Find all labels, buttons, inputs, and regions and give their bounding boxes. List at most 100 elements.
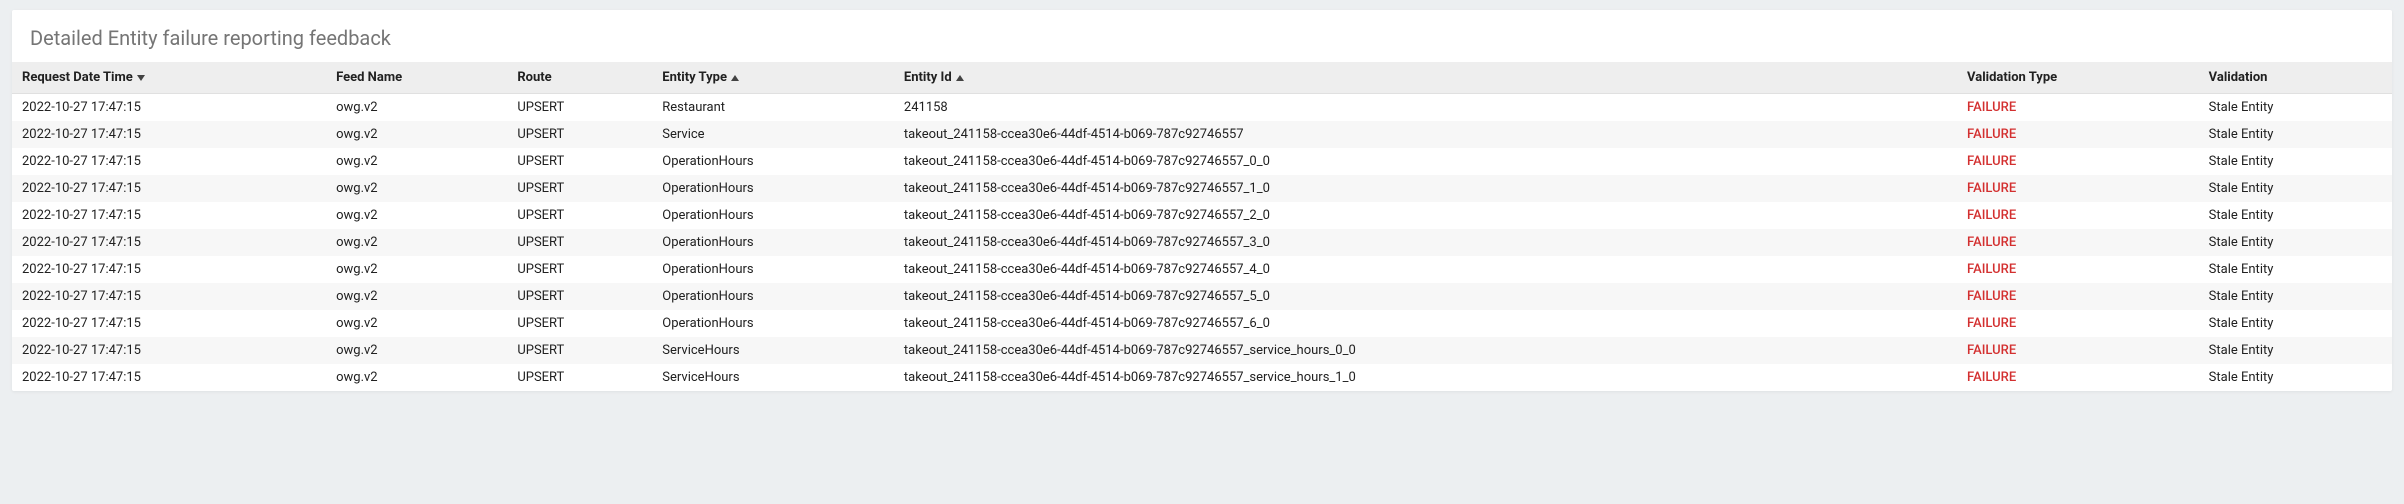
sort-desc-icon	[137, 75, 145, 81]
cell-request-dt: 2022-10-27 17:47:15	[12, 94, 326, 122]
table-row[interactable]: 2022-10-27 17:47:15owg.v2UPSERTOperation…	[12, 283, 2392, 310]
cell-request-dt: 2022-10-27 17:47:15	[12, 175, 326, 202]
col-header-label: Route	[517, 70, 551, 85]
cell-route: UPSERT	[507, 256, 652, 283]
cell-validation: Stale Entity	[2199, 148, 2392, 175]
table-row[interactable]: 2022-10-27 17:47:15owg.v2UPSERTOperation…	[12, 202, 2392, 229]
cell-request-dt: 2022-10-27 17:47:15	[12, 310, 326, 337]
cell-entity-type: OperationHours	[652, 310, 894, 337]
cell-request-dt: 2022-10-27 17:47:15	[12, 337, 326, 364]
cell-feed-name: owg.v2	[326, 364, 507, 391]
cell-entity-type: Service	[652, 121, 894, 148]
panel-title: Detailed Entity failure reporting feedba…	[12, 10, 2392, 62]
cell-route: UPSERT	[507, 148, 652, 175]
cell-entity-type: OperationHours	[652, 283, 894, 310]
cell-validation: Stale Entity	[2199, 175, 2392, 202]
cell-validation: Stale Entity	[2199, 121, 2392, 148]
cell-entity-id: takeout_241158-ccea30e6-44df-4514-b069-7…	[894, 310, 1957, 337]
cell-entity-id: takeout_241158-ccea30e6-44df-4514-b069-7…	[894, 229, 1957, 256]
cell-validation: Stale Entity	[2199, 310, 2392, 337]
table-row[interactable]: 2022-10-27 17:47:15owg.v2UPSERTServiceHo…	[12, 337, 2392, 364]
cell-validation: Stale Entity	[2199, 202, 2392, 229]
table-row[interactable]: 2022-10-27 17:47:15owg.v2UPSERTOperation…	[12, 229, 2392, 256]
cell-validation-type: FAILURE	[1957, 364, 2199, 391]
table-row[interactable]: 2022-10-27 17:47:15owg.v2UPSERTOperation…	[12, 175, 2392, 202]
cell-entity-type: OperationHours	[652, 175, 894, 202]
cell-validation-type: FAILURE	[1957, 175, 2199, 202]
cell-validation: Stale Entity	[2199, 364, 2392, 391]
cell-entity-type: OperationHours	[652, 202, 894, 229]
cell-feed-name: owg.v2	[326, 310, 507, 337]
cell-validation: Stale Entity	[2199, 283, 2392, 310]
cell-entity-id: takeout_241158-ccea30e6-44df-4514-b069-7…	[894, 256, 1957, 283]
cell-entity-id: takeout_241158-ccea30e6-44df-4514-b069-7…	[894, 364, 1957, 391]
col-header-label: Entity Id	[904, 70, 952, 85]
cell-request-dt: 2022-10-27 17:47:15	[12, 283, 326, 310]
cell-feed-name: owg.v2	[326, 148, 507, 175]
cell-feed-name: owg.v2	[326, 229, 507, 256]
cell-route: UPSERT	[507, 364, 652, 391]
cell-request-dt: 2022-10-27 17:47:15	[12, 202, 326, 229]
cell-entity-id: 241158	[894, 94, 1957, 122]
col-header-label: Feed Name	[336, 70, 402, 85]
cell-request-dt: 2022-10-27 17:47:15	[12, 256, 326, 283]
cell-feed-name: owg.v2	[326, 121, 507, 148]
table-row[interactable]: 2022-10-27 17:47:15owg.v2UPSERTServiceHo…	[12, 364, 2392, 391]
cell-feed-name: owg.v2	[326, 337, 507, 364]
cell-entity-id: takeout_241158-ccea30e6-44df-4514-b069-7…	[894, 121, 1957, 148]
cell-route: UPSERT	[507, 229, 652, 256]
col-header-label: Request Date Time	[22, 70, 133, 85]
cell-validation: Stale Entity	[2199, 337, 2392, 364]
sort-asc-icon	[956, 75, 964, 81]
table-header-row: Request Date Time Feed Name Route Entity…	[12, 62, 2392, 94]
entity-failure-table: Request Date Time Feed Name Route Entity…	[12, 62, 2392, 391]
report-card: Detailed Entity failure reporting feedba…	[12, 10, 2392, 391]
col-header-entity-id[interactable]: Entity Id	[894, 62, 1957, 94]
col-header-validation-type[interactable]: Validation Type	[1957, 62, 2199, 94]
cell-route: UPSERT	[507, 283, 652, 310]
cell-request-dt: 2022-10-27 17:47:15	[12, 364, 326, 391]
cell-validation-type: FAILURE	[1957, 148, 2199, 175]
table-row[interactable]: 2022-10-27 17:47:15owg.v2UPSERTServiceta…	[12, 121, 2392, 148]
cell-route: UPSERT	[507, 202, 652, 229]
table-row[interactable]: 2022-10-27 17:47:15owg.v2UPSERTOperation…	[12, 310, 2392, 337]
cell-route: UPSERT	[507, 310, 652, 337]
cell-validation-type: FAILURE	[1957, 256, 2199, 283]
cell-entity-type: ServiceHours	[652, 337, 894, 364]
cell-entity-type: OperationHours	[652, 229, 894, 256]
col-header-label: Validation	[2209, 70, 2268, 85]
cell-feed-name: owg.v2	[326, 94, 507, 122]
cell-entity-id: takeout_241158-ccea30e6-44df-4514-b069-7…	[894, 148, 1957, 175]
cell-request-dt: 2022-10-27 17:47:15	[12, 229, 326, 256]
table-body: 2022-10-27 17:47:15owg.v2UPSERTRestauran…	[12, 94, 2392, 392]
cell-feed-name: owg.v2	[326, 175, 507, 202]
table-row[interactable]: 2022-10-27 17:47:15owg.v2UPSERTOperation…	[12, 256, 2392, 283]
cell-entity-id: takeout_241158-ccea30e6-44df-4514-b069-7…	[894, 202, 1957, 229]
cell-validation-type: FAILURE	[1957, 229, 2199, 256]
col-header-entity-type[interactable]: Entity Type	[652, 62, 894, 94]
table-row[interactable]: 2022-10-27 17:47:15owg.v2UPSERTOperation…	[12, 148, 2392, 175]
cell-route: UPSERT	[507, 121, 652, 148]
cell-feed-name: owg.v2	[326, 256, 507, 283]
cell-route: UPSERT	[507, 175, 652, 202]
cell-validation: Stale Entity	[2199, 94, 2392, 122]
cell-validation-type: FAILURE	[1957, 310, 2199, 337]
cell-feed-name: owg.v2	[326, 202, 507, 229]
table-row[interactable]: 2022-10-27 17:47:15owg.v2UPSERTRestauran…	[12, 94, 2392, 122]
sort-asc-icon	[731, 75, 739, 81]
cell-entity-type: OperationHours	[652, 148, 894, 175]
cell-validation-type: FAILURE	[1957, 337, 2199, 364]
cell-request-dt: 2022-10-27 17:47:15	[12, 121, 326, 148]
cell-validation-type: FAILURE	[1957, 94, 2199, 122]
cell-validation-type: FAILURE	[1957, 202, 2199, 229]
col-header-request-dt[interactable]: Request Date Time	[12, 62, 326, 94]
col-header-validation[interactable]: Validation	[2199, 62, 2392, 94]
cell-feed-name: owg.v2	[326, 283, 507, 310]
col-header-label: Validation Type	[1967, 70, 2057, 85]
cell-validation-type: FAILURE	[1957, 283, 2199, 310]
cell-route: UPSERT	[507, 337, 652, 364]
cell-entity-id: takeout_241158-ccea30e6-44df-4514-b069-7…	[894, 337, 1957, 364]
col-header-feed-name[interactable]: Feed Name	[326, 62, 507, 94]
col-header-route[interactable]: Route	[507, 62, 652, 94]
cell-entity-id: takeout_241158-ccea30e6-44df-4514-b069-7…	[894, 175, 1957, 202]
